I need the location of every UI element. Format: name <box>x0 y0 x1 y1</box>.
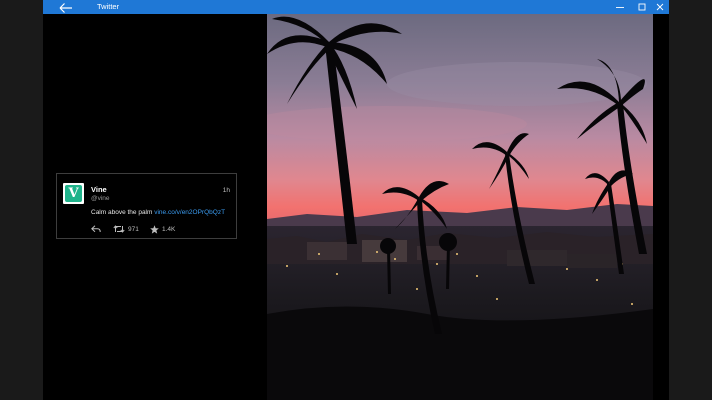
tweet-card[interactable]: V Vine @vine 1h Calm above the palm vine… <box>56 173 237 239</box>
maximize-icon <box>638 3 646 11</box>
retweet-count: 971 <box>128 225 139 233</box>
minimize-button[interactable] <box>609 0 631 14</box>
tweet-author-handle[interactable]: @vine <box>91 195 110 202</box>
app-window: Twitter V Vine @vine 1h Calm above the p… <box>43 0 669 400</box>
tweet-text: Calm above the palm vine.co/v/en2OPrQbQz… <box>91 209 225 216</box>
avatar[interactable]: V <box>63 183 84 204</box>
like-button[interactable]: 1.4K <box>150 224 175 234</box>
retweet-button[interactable]: 971 <box>113 224 139 234</box>
tweet-link[interactable]: vine.co/v/en2OPrQbQzT <box>154 209 225 216</box>
vine-logo-icon: V <box>65 185 82 202</box>
app-title: Twitter <box>97 2 120 11</box>
arrow-left-icon <box>59 3 72 13</box>
title-bar: Twitter <box>43 0 669 14</box>
tweet-body: Calm above the palm <box>91 209 153 216</box>
star-icon <box>150 224 159 234</box>
minimize-icon <box>616 7 624 8</box>
tweet-author-name[interactable]: Vine <box>91 185 107 194</box>
media-viewer: V Vine @vine 1h Calm above the palm vine… <box>43 14 669 400</box>
retweet-icon <box>113 225 125 233</box>
reply-icon <box>91 225 101 233</box>
sunset-palms-image <box>267 14 653 400</box>
tweet-timestamp: 1h <box>222 187 230 194</box>
close-button[interactable] <box>649 0 669 14</box>
close-icon <box>656 3 664 11</box>
like-count: 1.4K <box>162 225 176 233</box>
tweet-photo[interactable] <box>267 14 653 400</box>
back-button[interactable] <box>59 1 73 13</box>
avatar-letter: V <box>68 186 79 201</box>
reply-button[interactable] <box>91 224 101 234</box>
